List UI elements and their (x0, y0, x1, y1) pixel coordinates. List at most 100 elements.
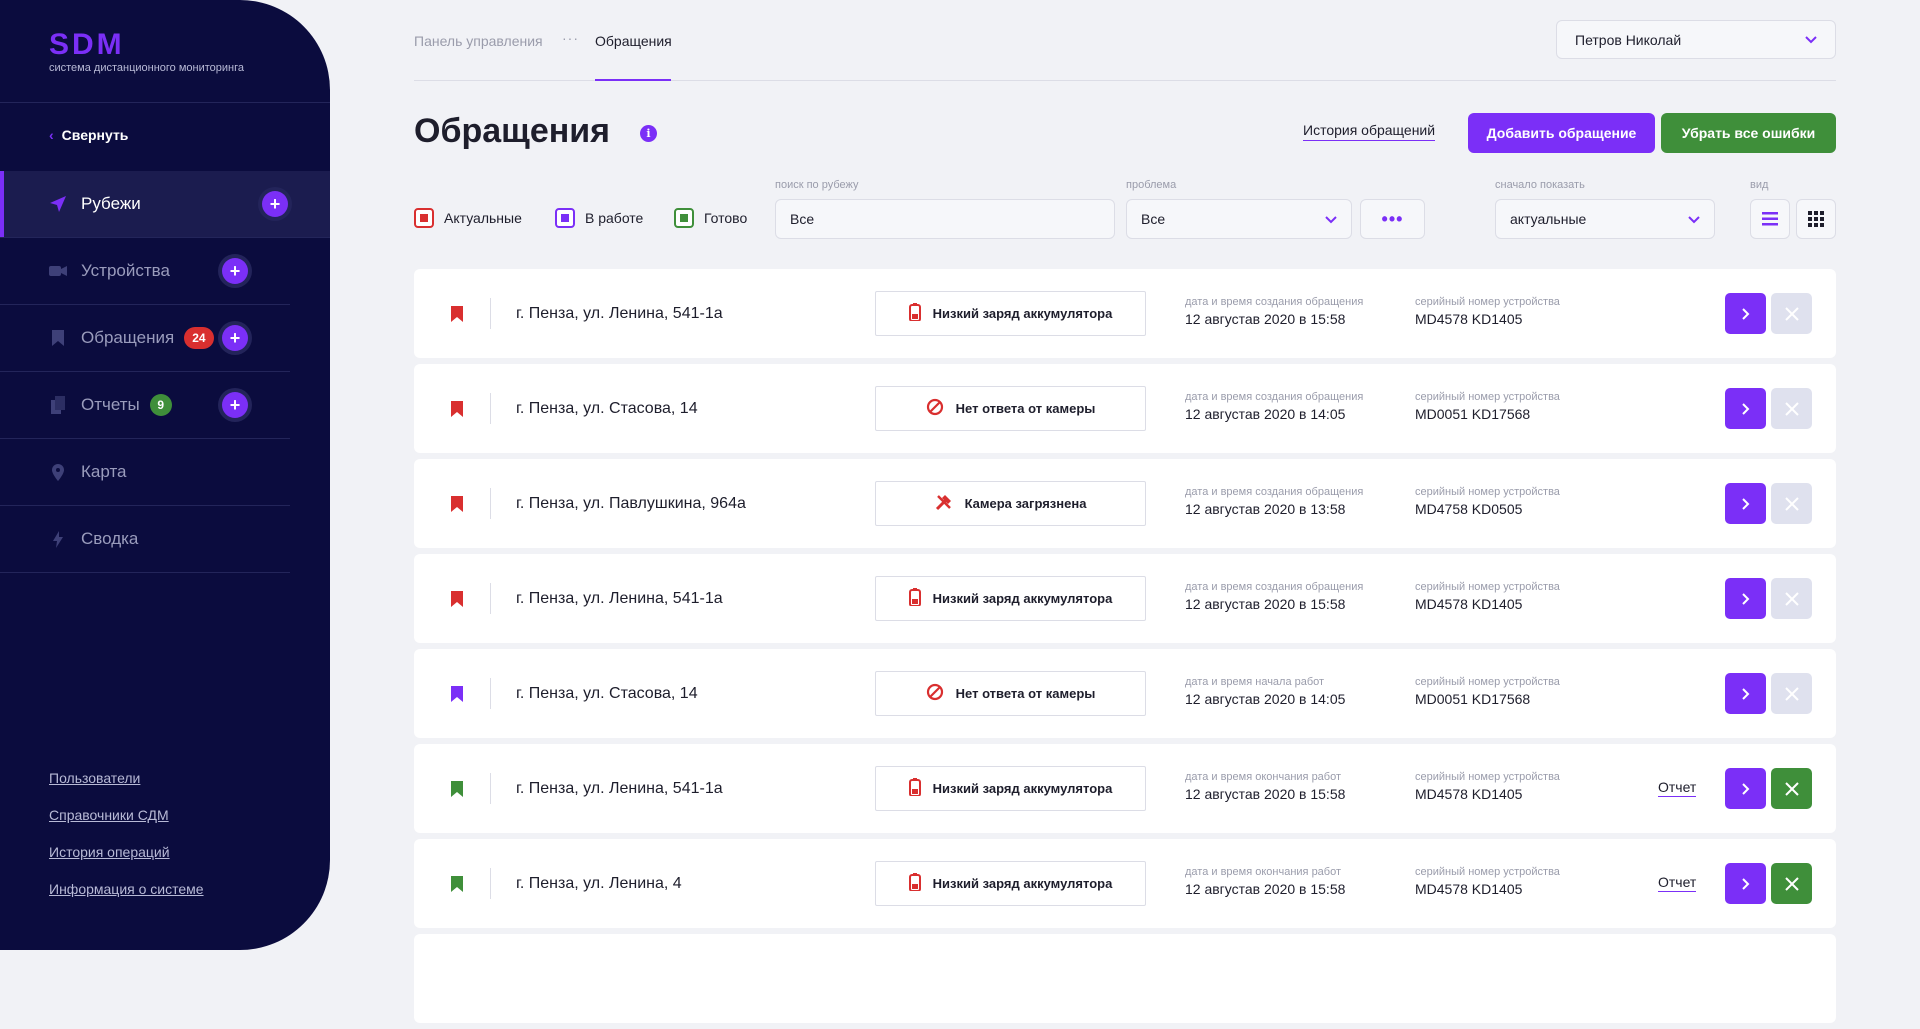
close-icon (1784, 686, 1799, 701)
table-row[interactable] (414, 934, 1836, 1023)
report-link[interactable]: Отчет (1658, 874, 1697, 892)
sidebar-item-reports[interactable]: Отчеты 9 + (0, 372, 290, 439)
problem-text: Низкий заряд аккумулятора (932, 591, 1113, 606)
logo-title: SDM (49, 28, 125, 61)
show-first-select[interactable]: актуальные (1495, 199, 1715, 239)
serial-value: MD4758 KD0505 (1415, 501, 1523, 517)
open-request-button[interactable] (1725, 673, 1766, 714)
close-request-button[interactable] (1771, 293, 1812, 334)
view-label: вид (1750, 179, 1769, 191)
collapse-button[interactable]: ‹ Свернуть (49, 127, 128, 143)
problem-text: Нет ответа от камеры (955, 686, 1096, 701)
checkbox-box[interactable] (674, 208, 694, 228)
close-request-button[interactable] (1771, 863, 1812, 904)
close-request-button[interactable] (1771, 768, 1812, 809)
date-label: дата и время начала работ (1185, 676, 1325, 688)
close-request-button[interactable] (1771, 388, 1812, 429)
row-address: г. Пенза, ул. Ленина, 541-1а (516, 590, 723, 607)
chevron-right-icon (1741, 307, 1749, 320)
open-request-button[interactable] (1725, 578, 1766, 619)
grid-view-button[interactable] (1796, 199, 1836, 239)
bookmark-icon (451, 401, 463, 417)
add-border-button[interactable]: + (262, 191, 288, 217)
logo-subtitle: система дистанционного мониторинга (49, 62, 245, 74)
search-input[interactable]: Все (775, 199, 1115, 239)
date-label: дата и время создания обращения (1185, 581, 1364, 593)
table-row[interactable]: г. Пенза, ул. Павлушкина, 964а Камера заг… (414, 459, 1836, 548)
logo[interactable]: SDM система дистанционного мониторинга (49, 28, 245, 75)
problem-label: проблема (1126, 179, 1177, 191)
history-link[interactable]: История обращений (1303, 122, 1436, 141)
close-icon (1784, 781, 1799, 796)
serial-value: MD4578 KD1405 (1415, 786, 1523, 802)
row-serial: серийный номер устройства MD4758 KD0505 (1415, 486, 1560, 517)
add-request-button[interactable]: + (222, 325, 248, 351)
show-first-value: актуальные (1510, 211, 1587, 227)
serial-label: серийный номер устройства (1415, 296, 1560, 308)
serial-value: MD4578 KD1405 (1415, 881, 1523, 897)
date-value: 12 августав 2020 в 15:58 (1185, 881, 1346, 897)
clear-errors-button[interactable]: Убрать все ошибки (1661, 113, 1836, 153)
problem-text: Нет ответа от камеры (955, 401, 1096, 416)
serial-label: серийный номер устройства (1415, 581, 1560, 593)
bookmark-icon (451, 876, 463, 892)
topbar: Панель управления ··· Обращения Петров Н… (414, 0, 1836, 81)
breadcrumb-dashboard[interactable]: Панель управления (414, 33, 543, 49)
serial-label: серийный номер устройства (1415, 771, 1560, 783)
add-request-button[interactable]: Добавить обращение (1468, 113, 1655, 153)
filter-in-progress-checkbox[interactable]: В работе (555, 208, 643, 228)
breadcrumb-current[interactable]: Обращения (595, 33, 672, 49)
sidebar-item-requests[interactable]: Обращения 24 + (0, 305, 290, 372)
row-serial: серийный номер устройства MD4578 KD1405 (1415, 296, 1560, 327)
open-request-button[interactable] (1725, 483, 1766, 524)
checkbox-box[interactable] (414, 208, 434, 228)
sidebar-item-map[interactable]: Карта (0, 439, 290, 506)
add-report-button[interactable]: + (222, 392, 248, 418)
date-value: 12 августав 2020 в 15:58 (1185, 786, 1346, 802)
row-address: г. Пенза, ул. Ленина, 541-1а (516, 780, 723, 797)
close-request-button[interactable] (1771, 483, 1812, 524)
close-request-button[interactable] (1771, 673, 1812, 714)
sidebar-item-devices[interactable]: Устройства + (0, 238, 290, 305)
list-view-button[interactable] (1750, 199, 1790, 239)
add-device-button[interactable]: + (222, 258, 248, 284)
info-icon[interactable]: i (640, 125, 657, 142)
open-request-button[interactable] (1725, 388, 1766, 429)
filter-actual-checkbox[interactable]: Актуальные (414, 208, 522, 228)
sidebar-item-label: Устройства (81, 261, 170, 280)
link-directories[interactable]: Справочники СДМ (49, 807, 204, 823)
open-request-button[interactable] (1725, 293, 1766, 334)
checkbox-box[interactable] (555, 208, 575, 228)
close-request-button[interactable] (1771, 578, 1812, 619)
date-label: дата и время создания обращения (1185, 296, 1364, 308)
filter-done-checkbox[interactable]: Готово (674, 208, 747, 228)
link-users[interactable]: Пользователи (49, 770, 204, 786)
row-date: дата и время создания обращения 12 август… (1185, 391, 1363, 422)
sidebar-item-summary[interactable]: Сводка (0, 506, 290, 573)
bookmark-icon (451, 496, 463, 512)
close-icon (1784, 401, 1799, 416)
table-row[interactable]: г. Пенза, ул. Ленина, 541-1а Низкий заряд… (414, 744, 1836, 833)
row-date: дата и время создания обращения 12 август… (1185, 486, 1363, 517)
table-row[interactable]: г. Пенза, ул. Ленина, 541-1а Низкий заряд… (414, 554, 1836, 643)
no-signal-icon (926, 398, 944, 419)
open-request-button[interactable] (1725, 863, 1766, 904)
checkbox-label: Актуальные (444, 210, 522, 226)
sidebar-item-borders[interactable]: Рубежи + (0, 171, 330, 238)
link-operations-history[interactable]: История операций (49, 844, 204, 860)
table-row[interactable]: г. Пенза, ул. Стасова, 14 Нет ответа от к… (414, 649, 1836, 738)
divider (490, 868, 491, 899)
requests-list: г. Пенза, ул. Ленина, 541-1а Низкий заряд… (414, 269, 1836, 1029)
close-icon (1784, 876, 1799, 891)
user-dropdown[interactable]: Петров Николай (1556, 20, 1836, 59)
date-label: дата и время создания обращения (1185, 486, 1364, 498)
table-row[interactable]: г. Пенза, ул. Стасова, 14 Нет ответа от к… (414, 364, 1836, 453)
more-filters-button[interactable]: ••• (1360, 199, 1425, 239)
report-link[interactable]: Отчет (1658, 779, 1697, 797)
serial-label: серийный номер устройства (1415, 866, 1560, 878)
open-request-button[interactable] (1725, 768, 1766, 809)
table-row[interactable]: г. Пенза, ул. Ленина, 541-1а Низкий заряд… (414, 269, 1836, 358)
link-system-info[interactable]: Информация о системе (49, 881, 204, 897)
table-row[interactable]: г. Пенза, ул. Ленина, 4 Низкий заряд акку… (414, 839, 1836, 928)
problem-select[interactable]: Все (1126, 199, 1352, 239)
